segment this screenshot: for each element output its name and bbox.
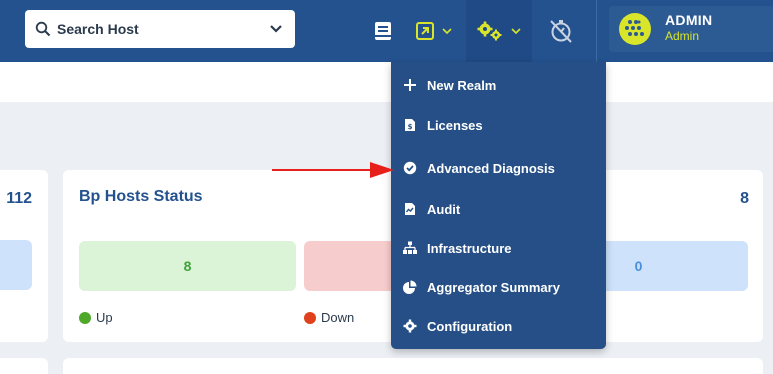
menu-item-aggregator-summary[interactable]: Aggregator Summary xyxy=(391,272,606,302)
down-dot-icon xyxy=(304,311,316,324)
legend-up: Up xyxy=(79,310,113,325)
audit-file-icon xyxy=(405,203,415,215)
up-dot-icon xyxy=(79,311,91,324)
page-subheader xyxy=(0,62,773,102)
chevron-down-icon[interactable] xyxy=(270,24,282,34)
hosts-count: 8 xyxy=(740,190,749,207)
menu-item-audit[interactable]: Audit xyxy=(391,194,606,224)
summary-card-left: 112 xyxy=(0,170,48,342)
chevron-down-icon xyxy=(442,28,452,35)
hosts-up-value: 8 xyxy=(183,258,192,274)
legend-down: Down xyxy=(304,310,354,325)
menu-item-label: Infrastructure xyxy=(427,240,512,256)
legend-down-label: Down xyxy=(321,310,355,325)
menu-item-label: Advanced Diagnosis xyxy=(427,160,555,176)
stopwatch-slash-icon xyxy=(550,20,572,43)
hosts-down-tile[interactable] xyxy=(304,241,404,291)
avatar-pattern-icon xyxy=(625,20,644,36)
svg-text:$: $ xyxy=(408,123,413,131)
pie-chart-icon xyxy=(403,280,417,294)
docs-button[interactable] xyxy=(366,0,400,62)
annotation-arrow-icon xyxy=(272,162,394,178)
stopwatch-toggle-button[interactable] xyxy=(536,0,586,62)
external-links-dropdown[interactable] xyxy=(410,0,458,62)
card-title: Bp Hosts Status xyxy=(79,188,203,205)
user-avatar xyxy=(619,13,651,45)
legend-up-label: Up xyxy=(96,310,113,325)
lower-card-left xyxy=(0,358,48,374)
hosts-up-tile[interactable]: 8 xyxy=(79,241,296,291)
settings-dropdown-menu: New Realm $ Licenses Advanced Diagnosis … xyxy=(391,62,606,349)
menu-item-infrastructure[interactable]: Infrastructure xyxy=(391,233,606,263)
menu-item-label: Audit xyxy=(427,201,461,217)
chevron-down-icon xyxy=(511,28,521,35)
search-host-label: Search Host xyxy=(57,21,139,37)
plus-icon xyxy=(404,79,416,91)
sitemap-icon xyxy=(403,241,417,254)
menu-item-licenses[interactable]: $ Licenses xyxy=(391,110,606,140)
menu-item-new-realm[interactable]: New Realm xyxy=(391,70,606,100)
menu-item-label: Aggregator Summary xyxy=(427,279,560,295)
summary-count: 112 xyxy=(6,190,32,207)
user-name: ADMIN xyxy=(665,12,713,28)
user-role: Admin xyxy=(665,29,700,43)
license-file-icon: $ xyxy=(405,119,415,131)
menu-item-label: Configuration xyxy=(427,318,513,334)
cog-icon xyxy=(403,319,417,333)
search-host-select[interactable]: Search Host xyxy=(25,10,295,48)
check-badge-icon xyxy=(403,161,417,175)
book-icon xyxy=(375,22,391,40)
settings-dropdown[interactable] xyxy=(466,0,532,62)
top-navbar: Search Host ADMIN Admin xyxy=(0,0,773,62)
toolbar-divider xyxy=(596,0,597,62)
menu-item-label: New Realm xyxy=(427,77,497,93)
menu-item-advanced-diagnosis[interactable]: Advanced Diagnosis xyxy=(391,153,606,183)
menu-item-configuration[interactable]: Configuration xyxy=(391,311,606,341)
search-icon xyxy=(35,21,51,37)
menu-item-label: Licenses xyxy=(427,117,483,133)
summary-status-tile[interactable] xyxy=(0,240,32,290)
external-link-icon xyxy=(416,22,434,40)
lower-card xyxy=(63,358,763,374)
user-menu[interactable]: ADMIN Admin xyxy=(609,6,773,52)
hosts-other-value: 0 xyxy=(634,258,643,274)
gears-icon xyxy=(477,21,502,41)
